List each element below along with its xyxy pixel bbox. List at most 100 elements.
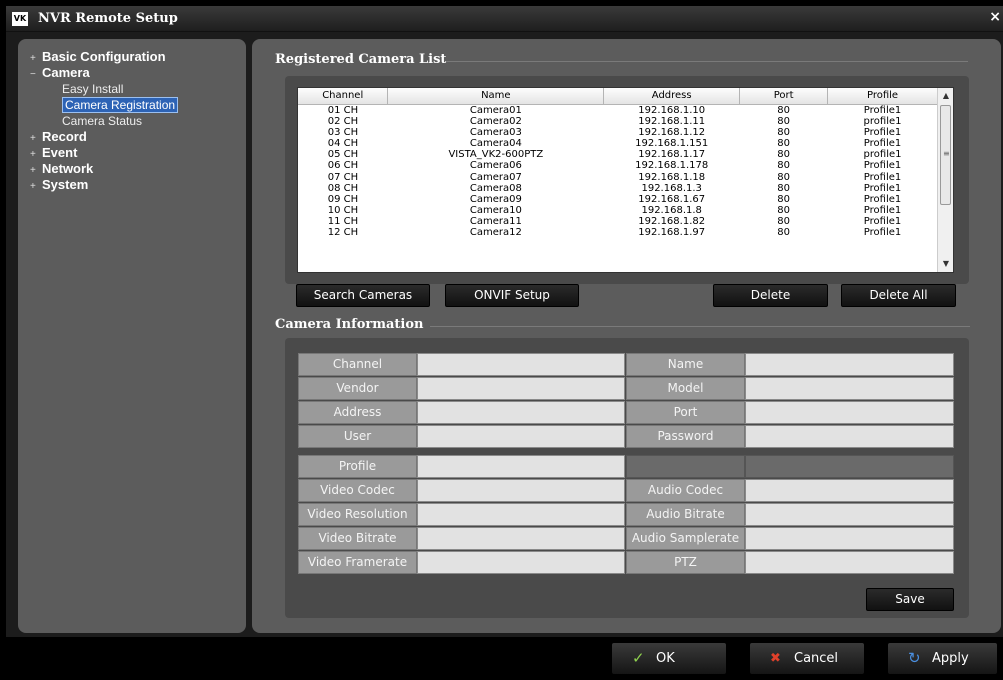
audio-bitrate-field[interactable] bbox=[745, 503, 954, 526]
channel-field[interactable] bbox=[417, 353, 625, 376]
cell-name: VISTA_VK2-600PTZ bbox=[448, 149, 544, 161]
video-codec-field[interactable] bbox=[417, 479, 625, 502]
cell-profile: Profile1 bbox=[863, 160, 902, 172]
cell-name: Camera06 bbox=[469, 160, 522, 172]
cell-port: 80 bbox=[777, 205, 790, 217]
table-row[interactable]: 02 CH Camera02 192.168.1.11 80 profile1 bbox=[298, 116, 938, 127]
refresh-icon: ↻ bbox=[908, 649, 921, 667]
scroll-up-icon[interactable]: ▲ bbox=[938, 88, 953, 104]
tree-item-record[interactable]: + Record bbox=[30, 129, 240, 145]
tree-list: + Basic Configuration − Camera Easy Install C… bbox=[30, 49, 240, 193]
ptz-field[interactable] bbox=[745, 551, 954, 574]
tree-item-camera-status[interactable]: Camera Status bbox=[30, 113, 240, 129]
table-scrollbar[interactable]: ▲ ≡ ▼ bbox=[937, 88, 953, 272]
model-field[interactable] bbox=[745, 377, 954, 400]
password-field[interactable] bbox=[745, 425, 954, 448]
cell-port: 80 bbox=[777, 216, 790, 228]
table-row[interactable]: 07 CH Camera07 192.168.1.18 80 Profile1 bbox=[298, 171, 938, 183]
scroll-thumb[interactable]: ≡ bbox=[940, 105, 951, 205]
table-row[interactable]: 04 CH Camera04 192.168.1.151 80 Profile1 bbox=[298, 138, 938, 149]
search-cameras-button[interactable]: Search Cameras bbox=[296, 284, 430, 307]
cell-profile: Profile1 bbox=[863, 227, 902, 239]
save-button[interactable]: Save bbox=[866, 588, 954, 611]
password-label: Password bbox=[626, 425, 745, 448]
table-row[interactable]: 10 CH Camera10 192.168.1.8 80 Profile1 bbox=[298, 205, 938, 216]
ok-button[interactable]: ✓ OK bbox=[611, 642, 727, 675]
vendor-field[interactable] bbox=[417, 377, 625, 400]
cell-channel: 01 CH bbox=[327, 104, 359, 116]
tree-item-network[interactable]: + Network bbox=[30, 161, 240, 177]
tree-item-label: Event bbox=[42, 145, 78, 160]
tree-item-camera-registration[interactable]: Camera Registration bbox=[30, 97, 240, 113]
cell-profile: profile1 bbox=[863, 115, 902, 127]
video-bitrate-field[interactable] bbox=[417, 527, 625, 550]
cell-channel: 03 CH bbox=[327, 126, 359, 138]
cell-address: 192.168.1.10 bbox=[638, 104, 706, 116]
video-resolution-field[interactable] bbox=[417, 503, 625, 526]
onvif-setup-button[interactable]: ONVIF Setup bbox=[445, 284, 579, 307]
apply-button[interactable]: ↻ Apply bbox=[887, 642, 998, 675]
cell-profile: Profile1 bbox=[863, 182, 902, 194]
port-field[interactable] bbox=[745, 401, 954, 424]
port-label: Port bbox=[626, 401, 745, 424]
video-framerate-field[interactable] bbox=[417, 551, 625, 574]
profile-label: Profile bbox=[298, 455, 417, 478]
cell-channel: 09 CH bbox=[327, 193, 359, 205]
cell-channel: 04 CH bbox=[327, 137, 359, 149]
delete-button[interactable]: Delete bbox=[713, 284, 828, 307]
tree-item-label: Network bbox=[42, 161, 94, 176]
address-field[interactable] bbox=[417, 401, 625, 424]
table-row[interactable]: 12 CH Camera12 192.168.1.97 80 Profile1 bbox=[298, 227, 938, 238]
tree-item-system[interactable]: + System bbox=[30, 177, 240, 193]
cell-port: 80 bbox=[777, 182, 790, 194]
video-bitrate-label: Video Bitrate bbox=[298, 527, 417, 550]
table-row[interactable]: 01 CH Camera01 192.168.1.10 80 Profile1 bbox=[298, 104, 938, 116]
table-row[interactable]: 11 CH Camera11 192.168.1.82 80 Profile1 bbox=[298, 216, 938, 227]
tree-item-easy-install[interactable]: Easy Install bbox=[30, 81, 240, 97]
cell-profile: Profile1 bbox=[863, 104, 902, 116]
column-header-port[interactable]: Port bbox=[739, 88, 829, 105]
cell-name: Camera04 bbox=[469, 137, 522, 149]
channel-label: Channel bbox=[298, 353, 417, 376]
cell-address: 192.168.1.67 bbox=[638, 193, 706, 205]
name-field[interactable] bbox=[745, 353, 954, 376]
cell-channel: 08 CH bbox=[327, 182, 359, 194]
tree-item-camera[interactable]: − Camera bbox=[30, 65, 240, 81]
cancel-x-icon: ✖ bbox=[770, 651, 781, 666]
cancel-button[interactable]: ✖ Cancel bbox=[749, 642, 865, 675]
cell-profile: Profile1 bbox=[863, 193, 902, 205]
video-resolution-label: Video Resolution bbox=[298, 503, 417, 526]
close-icon[interactable]: × bbox=[989, 9, 1001, 25]
profile-field[interactable] bbox=[417, 455, 625, 478]
column-header-profile[interactable]: Profile bbox=[827, 88, 938, 105]
apply-label: Apply bbox=[932, 651, 969, 666]
tree-item-label: Camera Status bbox=[62, 114, 143, 128]
cell-profile: profile1 bbox=[863, 149, 902, 161]
table-row[interactable]: 08 CH Camera08 192.168.1.3 80 Profile1 bbox=[298, 183, 938, 194]
column-header-name[interactable]: Name bbox=[387, 88, 605, 105]
tree-item-event[interactable]: + Event bbox=[30, 145, 240, 161]
cell-port: 80 bbox=[777, 115, 790, 127]
tree-item-label: Record bbox=[42, 129, 87, 144]
table-row[interactable]: 05 CH VISTA_VK2-600PTZ 192.168.1.17 80 profi… bbox=[298, 149, 938, 160]
audio-codec-field[interactable] bbox=[745, 479, 954, 502]
table-row[interactable]: 03 CH Camera03 192.168.1.12 80 Profile1 bbox=[298, 127, 938, 138]
cell-name: Camera10 bbox=[469, 205, 522, 217]
cell-channel: 02 CH bbox=[327, 115, 359, 127]
tree-item-basic-configuration[interactable]: + Basic Configuration bbox=[30, 49, 240, 65]
cell-channel: 07 CH bbox=[327, 171, 359, 183]
column-header-channel[interactable]: Channel bbox=[298, 88, 389, 105]
table-row[interactable]: 09 CH Camera09 192.168.1.67 80 Profile1 bbox=[298, 194, 938, 205]
main-panel: Registered Camera List Channel Name Addres… bbox=[252, 39, 1001, 633]
audio-samplerate-field[interactable] bbox=[745, 527, 954, 550]
expand-icon[interactable]: + bbox=[30, 179, 42, 195]
user-label: User bbox=[298, 425, 417, 448]
table-row[interactable]: 06 CH Camera06 192.168.1.178 80 Profile1 bbox=[298, 160, 938, 171]
column-header-address[interactable]: Address bbox=[603, 88, 741, 105]
user-field[interactable] bbox=[417, 425, 625, 448]
cell-name: Camera11 bbox=[469, 216, 522, 228]
delete-all-button[interactable]: Delete All bbox=[841, 284, 956, 307]
cell-profile: Profile1 bbox=[863, 171, 902, 183]
settings-tree: + Basic Configuration − Camera Easy Install C… bbox=[18, 39, 246, 633]
scroll-down-icon[interactable]: ▼ bbox=[938, 256, 953, 272]
